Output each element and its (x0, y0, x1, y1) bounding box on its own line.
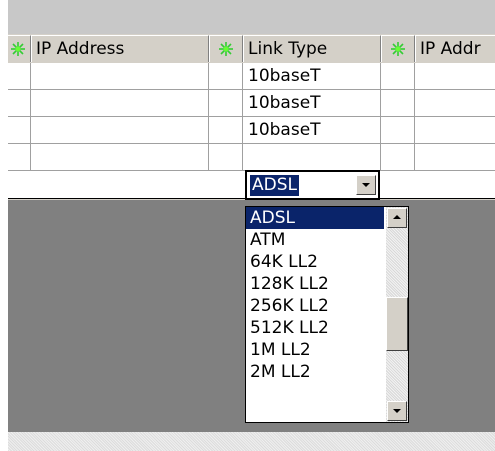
dropdown-option[interactable]: 512K LL2 (246, 317, 384, 339)
green-star-icon (391, 42, 405, 56)
table-cell[interactable] (381, 90, 415, 117)
dropdown-option[interactable]: 64K LL2 (246, 251, 384, 273)
table-cell-ip-address[interactable] (31, 63, 209, 90)
table-cell[interactable] (209, 144, 243, 171)
table-row[interactable]: 10baseT (8, 90, 495, 117)
table-cell-link-type[interactable]: 10baseT (243, 63, 381, 90)
chevron-down-icon (362, 183, 370, 187)
option-list[interactable]: ADSL ATM 64K LL2 128K LL2 256K LL2 512K LL2 1M… (246, 207, 384, 383)
table-row[interactable]: 10baseT (8, 117, 495, 144)
table-cell[interactable] (381, 144, 415, 171)
table-cell[interactable] (8, 90, 31, 117)
table-cell-ip-addr[interactable] (415, 144, 495, 171)
table-cell[interactable] (8, 117, 31, 144)
table-cell-link-type[interactable]: 10baseT (243, 117, 381, 144)
table-cell-ip-address[interactable] (31, 90, 209, 117)
green-star-icon (219, 42, 233, 56)
table-cell[interactable] (8, 144, 31, 171)
table-cell[interactable] (209, 90, 243, 117)
link-type-dropdown-list[interactable]: ADSL ATM 64K LL2 128K LL2 256K LL2 512K LL2 1M… (245, 206, 409, 423)
dropdown-option[interactable]: 256K LL2 (246, 295, 384, 317)
column-header-status[interactable] (209, 35, 243, 62)
dropdown-option[interactable]: 128K LL2 (246, 273, 384, 295)
grid-header: IP Address Link Type IP Addr (8, 35, 495, 64)
table-cell[interactable] (8, 63, 31, 90)
scroll-down-button[interactable] (387, 401, 407, 421)
table-cell-ip-addr[interactable] (415, 63, 495, 90)
table-cell[interactable] (209, 117, 243, 144)
table-cell-ip-addr[interactable] (415, 90, 495, 117)
table-row[interactable] (8, 144, 495, 171)
column-header-status[interactable] (381, 35, 415, 62)
dropdown-option[interactable]: 2M LL2 (246, 361, 384, 383)
table-cell-link-type[interactable] (243, 144, 381, 171)
table-cell[interactable] (381, 117, 415, 144)
green-star-icon (10, 42, 25, 56)
table-cell-ip-addr[interactable] (415, 117, 495, 144)
scrollbar-thumb[interactable] (386, 297, 408, 351)
link-type-combobox[interactable]: ADSL (245, 170, 380, 200)
scroll-up-button[interactable] (387, 208, 407, 228)
table-cell-link-type[interactable]: 10baseT (243, 90, 381, 117)
table-cell-ip-address[interactable] (31, 117, 209, 144)
horizontal-scrollbar[interactable] (8, 432, 495, 451)
column-header-ip-addr[interactable]: IP Addr (415, 35, 495, 62)
table-cell-ip-address[interactable] (31, 144, 209, 171)
vertical-scrollbar[interactable] (386, 207, 408, 422)
column-header-status[interactable] (8, 35, 31, 62)
chevron-up-icon (393, 215, 401, 219)
dropdown-option[interactable]: ATM (246, 229, 384, 251)
column-header-ip-address[interactable]: IP Address (31, 35, 209, 62)
window-frame: IP Address Link Type IP Addr 10baseT 10b… (8, 0, 495, 451)
combobox-value[interactable]: ADSL (250, 175, 299, 196)
table-cell[interactable] (209, 63, 243, 90)
table-row[interactable]: 10baseT (8, 63, 495, 90)
toolbar-strip (8, 0, 495, 34)
column-header-link-type[interactable]: Link Type (243, 35, 381, 62)
dropdown-option[interactable]: 1M LL2 (246, 339, 384, 361)
table-cell[interactable] (381, 63, 415, 90)
chevron-down-icon (393, 409, 401, 413)
dropdown-button[interactable] (356, 175, 376, 195)
dropdown-option[interactable]: ADSL (246, 207, 384, 229)
